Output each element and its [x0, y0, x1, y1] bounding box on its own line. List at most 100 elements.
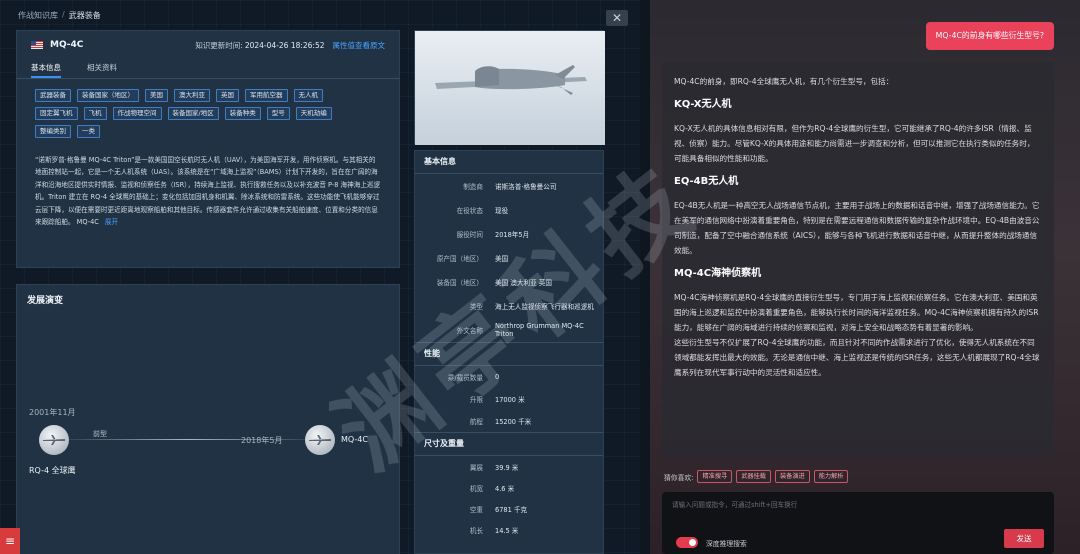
tag[interactable]: 美国 — [145, 89, 168, 102]
item-title: MQ-4C — [50, 40, 84, 50]
user-question: MQ-4C的前身有哪些衍生型号? — [925, 22, 1054, 50]
spec-value: 39.9 米 — [495, 463, 519, 472]
ai-answer: MQ-4C的前身，即RQ-4全球鹰无人机，有几个衍生型号，包括： KQ-X无人机… — [662, 62, 1054, 458]
spec-key: 升限 — [469, 396, 483, 404]
tag[interactable]: 军用航空器 — [245, 89, 288, 102]
tag[interactable]: 型号 — [266, 107, 290, 120]
update-label: 知识更新时间: — [195, 40, 243, 50]
tag[interactable]: 澳大利亚 — [174, 89, 210, 102]
spec-key: 类型 — [469, 303, 483, 311]
drone-icon — [309, 435, 331, 445]
chat-input-box[interactable]: 请输入问题或指令，可通过shift+回车换行 深度推理搜索 发送 — [662, 492, 1054, 554]
tag[interactable]: 固定翼飞机 — [35, 107, 78, 120]
specs-card: 基本信息 制造商 诺斯洛普·格鲁曼公司 在役状态 现役 服役时间 2018年5月 原产国（地… — [414, 150, 604, 554]
answer-conclusion: 这些衍生型号不仅扩展了RQ-4全球鹰的功能，而且针对不同的作战需求进行了优化，使… — [674, 338, 1040, 377]
breadcrumb: 作战知识库 / 武器装备 — [18, 10, 101, 21]
spec-key: 空重 — [469, 505, 483, 514]
spec-value: 4.6 米 — [495, 484, 515, 493]
spec-key: 在役状态 — [456, 207, 483, 215]
deep-reasoning-toggle[interactable] — [676, 537, 698, 548]
answer-sections: KQ-X无人机 KQ-X无人机的具体信息相对有限，但作为RQ-4全球鹰的衍生型，它… — [674, 98, 1040, 335]
knowledge-panel: 作战知识库 / 武器装备 ✕ MQ-4C 知识更新时间: 2024-04-26 1… — [0, 0, 640, 554]
spec-row: 原产国（地区） 美国 — [415, 246, 603, 270]
chat-input[interactable]: 请输入问题或指令，可通过shift+回车换行 — [672, 499, 797, 509]
spec-row: 航程 15200 千米 — [415, 410, 603, 432]
spec-key: 装备国（地区） — [436, 279, 483, 287]
suggestion-chip[interactable]: 装备演进 — [774, 470, 810, 483]
perf-section-title: 性能 — [424, 349, 440, 358]
spec-key: 乘/载员数量 — [447, 374, 483, 382]
spec-key: 航程 — [469, 418, 483, 426]
description: “诺斯罗普·格鲁曼 MQ-4C Triton”是一款美国国空长航时无人机（UAV… — [17, 138, 397, 228]
spec-row: 升限 17000 米 — [415, 388, 603, 410]
description-text: “诺斯罗普·格鲁曼 MQ-4C Triton”是一款美国国空长航时无人机（UAV… — [35, 156, 381, 227]
spec-row: 类型 海上无人监视侦察飞行器和巡逻机 — [415, 294, 603, 318]
suggestion-chip[interactable]: 能力解析 — [813, 470, 849, 483]
suggestion-chips: 精准搜寻 武器挂载 装备演进 能力解析 — [697, 470, 849, 483]
tab-basic-info[interactable]: 基本信息 — [31, 59, 61, 78]
spec-row: 外文名称 Northrop Grumman MQ-4C Triton — [415, 318, 603, 342]
spec-value: 14.5 米 — [495, 526, 519, 535]
basic-section-title: 基本信息 — [424, 157, 456, 166]
tag[interactable]: 作战物理空间 — [112, 107, 162, 120]
suggestion-chip[interactable]: 精准搜寻 — [697, 470, 733, 483]
development-title: 发展演变 — [27, 296, 64, 306]
view-source-link[interactable]: 属性值查看原文 — [333, 41, 386, 50]
relation-label: 前型 — [93, 430, 107, 438]
tag[interactable]: 一类 — [77, 125, 100, 138]
chat-panel: MQ-4C的前身有哪些衍生型号? MQ-4C的前身，即RQ-4全球鹰无人机，有几… — [650, 0, 1080, 554]
spec-value: Northrop Grumman MQ-4C Triton — [495, 322, 584, 338]
suggestions: 猜你喜欢: 精准搜寻 武器挂载 装备演进 能力解析 — [664, 470, 849, 483]
tab-related-materials[interactable]: 相关资料 — [87, 59, 117, 78]
spec-row: 乘/载员数量 0 — [415, 366, 603, 388]
suggestion-chip[interactable]: 武器挂载 — [736, 470, 771, 483]
spec-key: 外文名称 — [456, 327, 483, 335]
size-section-title: 尺寸及重量 — [424, 439, 464, 448]
breadcrumb-separator: / — [62, 10, 65, 19]
spec-key: 翼展 — [469, 463, 483, 472]
info-card: MQ-4C 知识更新时间: 2024-04-26 18:26:52 属性值查看原文 … — [16, 30, 400, 268]
update-info: 知识更新时间: 2024-04-26 18:26:52 属性值查看原文 — [195, 40, 385, 51]
menu-toggle-button[interactable]: ≡ — [0, 528, 20, 554]
spec-key: 原产国（地区） — [436, 255, 483, 263]
info-header: MQ-4C 知识更新时间: 2024-04-26 18:26:52 属性值查看原文 — [17, 31, 399, 59]
tag[interactable]: 整编类别 — [35, 125, 71, 138]
aircraft-image — [414, 30, 605, 145]
tag[interactable]: 装备国家/地区 — [167, 107, 219, 120]
spec-row: 在役状态 现役 — [415, 198, 603, 222]
left-aircraft-node[interactable] — [39, 425, 69, 455]
suggest-label: 猜你喜欢: — [664, 473, 694, 482]
breadcrumb-item-kb[interactable]: 作战知识库 — [18, 10, 58, 21]
spec-row: 翼展 39.9 米 — [415, 456, 603, 477]
tag-list: 武器装备 装备国家（地区） 美国 澳大利亚 英国 军用航空器 无人机固定翼飞机 飞机 作战物理空… — [17, 79, 367, 138]
size-rows: 翼展 39.9 米机宽 4.6 米空重 6781 千克 机长 14.5 米 — [415, 456, 603, 540]
expand-link[interactable]: 展开 — [105, 218, 118, 226]
tag[interactable]: 无人机 — [293, 89, 323, 102]
right-aircraft-node[interactable] — [305, 425, 335, 455]
spec-value: 2018年5月 — [495, 231, 530, 239]
deep-reasoning-label: 深度推理搜索 — [706, 540, 747, 548]
spec-value: 现役 — [495, 207, 509, 215]
tag[interactable]: 天机劫编 — [295, 107, 332, 120]
answer-section-body: EQ-4B无人机是一种高空无人战场通信节点机，主要用于战场上的数据和话音中继，增… — [674, 201, 1040, 255]
answer-section-title: EQ-4B无人机 — [674, 176, 739, 187]
spec-value: 海上无人监视侦察飞行器和巡逻机 — [495, 303, 594, 311]
spec-row: 服役时间 2018年5月 — [415, 222, 603, 246]
tag[interactable]: 飞机 — [83, 107, 107, 120]
spec-key: 机长 — [469, 526, 483, 535]
spec-value: 诺斯洛普·格鲁曼公司 — [495, 183, 557, 191]
tag[interactable]: 装备国家（地区） — [77, 89, 139, 102]
answer-intro-text: MQ-4C的前身，即RQ-4全球鹰无人机，有几个衍生型号，包括： — [674, 77, 894, 86]
answer-section-body: KQ-X无人机的具体信息相对有限，但作为RQ-4全球鹰的衍生型，它可能继承了RQ… — [674, 124, 1035, 163]
send-button[interactable]: 发送 — [1004, 529, 1044, 548]
spec-key: 制造商 — [463, 183, 483, 191]
tag[interactable]: 装备种类 — [224, 107, 261, 120]
answer-section-title: KQ-X无人机 — [674, 99, 732, 110]
spec-value: 美国 — [495, 255, 509, 263]
spec-row: 装备国（地区） 美国 澳大利亚 英国 — [415, 270, 603, 294]
tag[interactable]: 英国 — [216, 89, 239, 102]
tag[interactable]: 武器装备 — [35, 89, 71, 102]
left-year: 2001年11月 — [29, 408, 76, 417]
close-button[interactable]: ✕ — [606, 10, 628, 26]
answer-section-body: MQ-4C海神侦察机是RQ-4全球鹰的直接衍生型号，专门用于海上监视和侦察任务。… — [674, 293, 1039, 332]
